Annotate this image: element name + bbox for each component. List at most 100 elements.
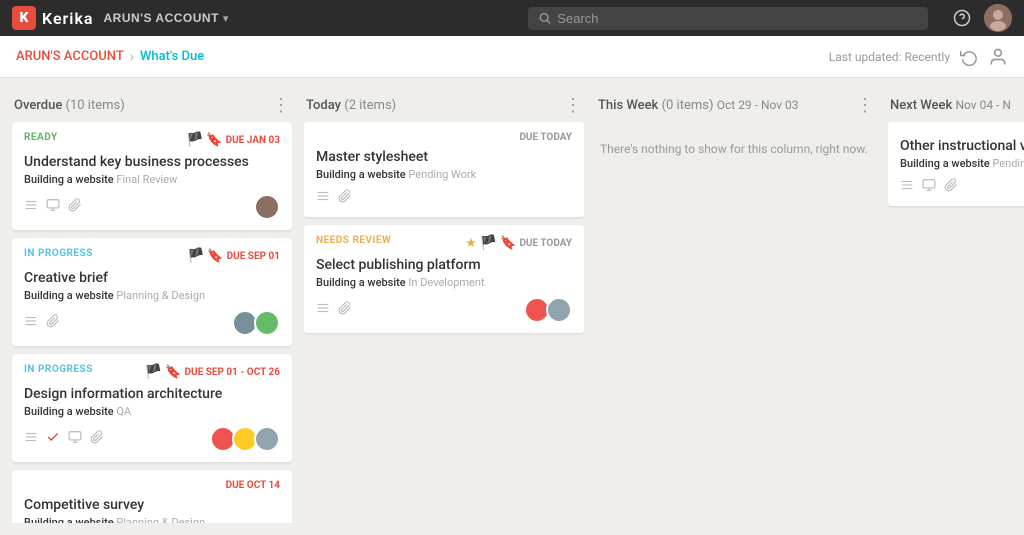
card-due-date: DUE SEP 01 [227, 251, 280, 262]
refresh-button[interactable] [960, 48, 978, 66]
card-action-icons [24, 198, 82, 216]
card-due-date: DUE SEP 01 - OCT 26 [185, 367, 281, 378]
user-avatar-icon [984, 4, 1012, 32]
breadcrumb: ARUN'S ACCOUNT › What's Due [16, 49, 204, 65]
card-status: IN PROGRESS [24, 364, 93, 375]
search-input[interactable] [557, 11, 918, 26]
card-title: Creative brief [24, 270, 280, 286]
notifications-button[interactable] [988, 47, 1008, 67]
logo: K Kerika [12, 6, 94, 30]
card-project: Building a website Pending [900, 157, 1024, 170]
card-project: Building a website QA [24, 405, 280, 418]
account-dropdown[interactable]: ARUN'S ACCOUNT ▾ [104, 11, 229, 25]
card-project: Building a website Planning & Design [24, 516, 280, 523]
avatar [254, 426, 280, 452]
breadcrumb-right: Last updated: Recently [829, 47, 1008, 67]
column-content-overdue: READY🏴🔖DUE JAN 03Understand key business… [12, 122, 292, 523]
card-icon [338, 189, 352, 207]
card-icon [90, 430, 104, 448]
card-icon [24, 430, 38, 448]
search-icon [538, 11, 551, 25]
account-label: ARUN'S ACCOUNT [104, 11, 219, 25]
task-card[interactable]: DUE TODAYMaster stylesheetBuilding a web… [304, 122, 584, 217]
avatar [254, 194, 280, 220]
card-title: Competitive survey [24, 497, 280, 513]
column-title: Today (2 items) [306, 98, 396, 113]
breadcrumb-current: What's Due [140, 49, 204, 64]
top-navigation: K Kerika ARUN'S ACCOUNT ▾ [0, 0, 1024, 36]
help-icon [953, 9, 971, 27]
card-header-row: READY 🏴🔖DUE JAN 03 [24, 132, 280, 148]
last-updated-label: Last updated: Recently [829, 50, 950, 64]
card-icon [316, 301, 330, 319]
search-bar[interactable] [528, 7, 928, 30]
card-due-flags: 🏴🔖DUE JAN 03 [186, 132, 280, 148]
flag-blue-icon: 🔖 [207, 249, 223, 264]
logo-icon: K [12, 6, 36, 30]
card-icon [46, 430, 60, 448]
column-menu-button[interactable]: ⋮ [856, 96, 874, 114]
task-card[interactable]: READY 🏴🔖DUE JAN 03 Understand key business… [12, 122, 292, 230]
card-icon [46, 198, 60, 216]
brand-name: Kerika [42, 9, 94, 28]
column-today: Today (2 items) ⋮ DUE TODAYMaster styleshe… [304, 90, 584, 523]
column-title: This Week (0 items) Oct 29 - Nov 03 [598, 98, 799, 113]
help-button[interactable] [948, 4, 976, 32]
card-footer [316, 189, 572, 207]
card-header-row: DUE OCT 14 [24, 480, 280, 491]
breadcrumb-bar: ARUN'S ACCOUNT › What's Due Last updated… [0, 36, 1024, 78]
card-footer [24, 194, 280, 220]
card-title: Select publishing platform [316, 257, 572, 273]
column-menu-button[interactable]: ⋮ [272, 96, 290, 114]
card-footer [316, 297, 572, 323]
card-icon [68, 430, 82, 448]
card-footer [24, 310, 280, 336]
task-card[interactable]: DUE OCT 14 Competitive survey Building a w… [12, 470, 292, 523]
flag-red-icon: 🏴 [145, 364, 162, 380]
card-icon [338, 301, 352, 319]
flag-red-icon: 🏴 [187, 248, 204, 264]
flag-red-icon: 🏴 [480, 235, 497, 251]
card-icon [24, 198, 38, 216]
column-header-nextweek: Next Week Nov 04 - N⋮ [888, 90, 1024, 122]
card-project: Building a website In Development [316, 276, 572, 289]
card-due-flags: 🏴🔖 DUE SEP 01 [187, 248, 280, 264]
task-card[interactable]: Other instructional videos Building a web… [888, 122, 1024, 206]
person-icon [988, 47, 1008, 67]
card-title: Other instructional videos [900, 138, 1024, 154]
card-action-icons [24, 314, 60, 332]
breadcrumb-account[interactable]: ARUN'S ACCOUNT [16, 49, 124, 64]
card-action-icons [900, 178, 958, 196]
card-due-flags: DUE TODAY [519, 132, 572, 143]
card-status: READY [24, 132, 58, 143]
avatar [546, 297, 572, 323]
task-card[interactable]: NEEDS REVIEW★🏴🔖DUE TODAYSelect publishin… [304, 225, 584, 333]
column-menu-button[interactable]: ⋮ [564, 96, 582, 114]
task-card[interactable]: IN PROGRESS🏴🔖DUE SEP 01Creative briefBui… [12, 238, 292, 346]
column-content-thisweek: There's nothing to show for this column,… [596, 122, 876, 523]
card-title: Understand key business processes [24, 154, 280, 170]
empty-column-message: There's nothing to show for this column,… [596, 122, 876, 176]
card-avatars [232, 310, 280, 336]
nav-icons [948, 4, 1012, 32]
card-due-flags: 🏴🔖DUE SEP 01 - OCT 26 [145, 364, 280, 380]
breadcrumb-separator: › [130, 49, 134, 65]
card-avatars [524, 297, 572, 323]
column-title: Overdue (10 items) [14, 98, 125, 113]
task-card[interactable]: IN PROGRESS🏴🔖DUE SEP 01 - OCT 26Design i… [12, 354, 292, 462]
column-header-overdue: Overdue (10 items) ⋮ [12, 90, 292, 122]
card-footer [24, 426, 280, 452]
card-project: Building a website Pending Work [316, 168, 572, 181]
card-header-row: IN PROGRESS🏴🔖DUE SEP 01 [24, 248, 280, 264]
card-due-date: DUE JAN 03 [226, 135, 280, 146]
card-icon [316, 189, 330, 207]
card-avatars [210, 426, 280, 452]
card-icon [24, 314, 38, 332]
refresh-icon [960, 48, 978, 66]
column-overdue: Overdue (10 items)⋮READY🏴🔖DUE JAN 03Unde… [12, 90, 292, 523]
user-avatar[interactable] [984, 4, 1012, 32]
card-icon [900, 178, 914, 196]
card-icon [944, 178, 958, 196]
column-content-nextweek: Other instructional videos Building a web… [888, 122, 1024, 523]
column-content-today: DUE TODAYMaster stylesheetBuilding a web… [304, 122, 584, 523]
